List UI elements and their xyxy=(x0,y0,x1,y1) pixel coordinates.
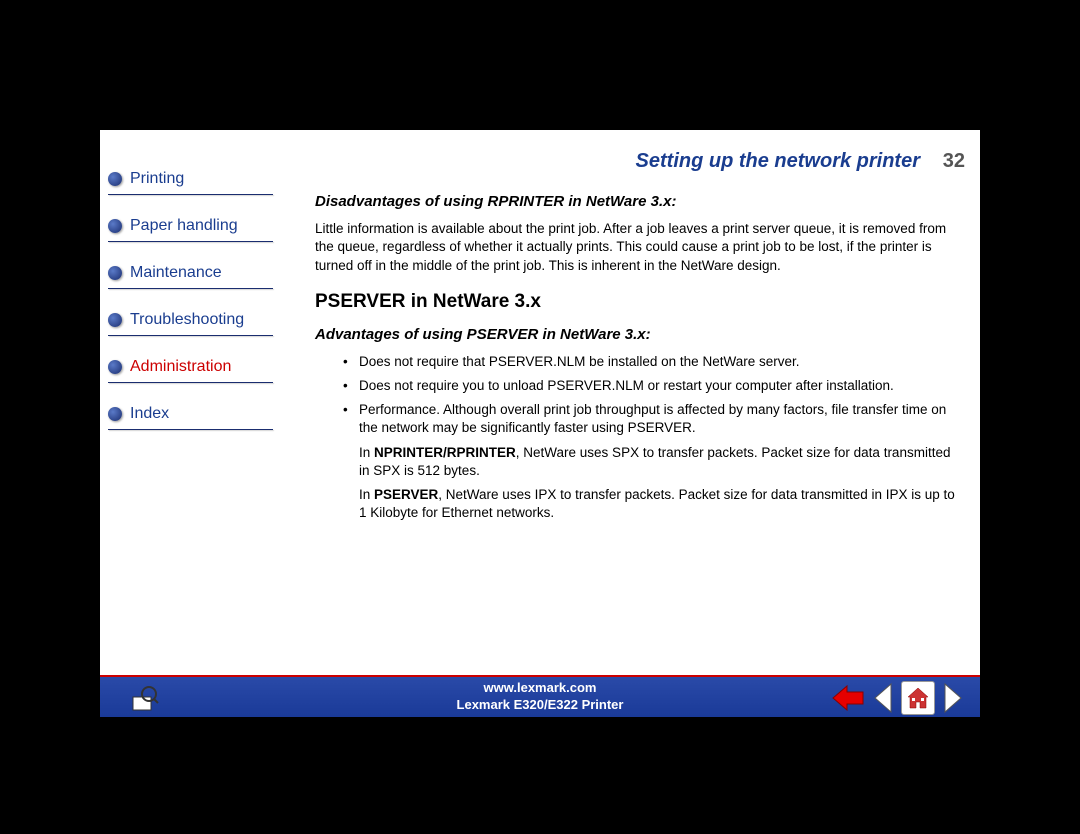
nav-label: Maintenance xyxy=(130,264,222,282)
bullet-icon xyxy=(108,313,122,327)
paragraph: Little information is available about th… xyxy=(315,220,955,275)
list-item: Does not require that PSERVER.NLM be ins… xyxy=(343,353,955,371)
indented-paragraph: In NPRINTER/RPRINTER, NetWare uses SPX t… xyxy=(359,444,955,480)
nav-label: Index xyxy=(130,405,169,423)
footer-bar: www.lexmark.com Lexmark E320/E322 Printe… xyxy=(100,675,980,717)
bullet-icon xyxy=(108,266,122,280)
bold-text: NPRINTER/RPRINTER xyxy=(374,445,516,460)
bullet-list: Does not require that PSERVER.NLM be ins… xyxy=(343,353,955,438)
back-arrow-icon[interactable] xyxy=(831,683,865,713)
nav-divider xyxy=(108,382,273,383)
nav-divider xyxy=(108,335,273,336)
text: In xyxy=(359,487,374,502)
home-icon xyxy=(905,685,931,711)
nav-divider xyxy=(108,288,273,289)
text: In xyxy=(359,445,374,460)
subheading-disadvantages: Disadvantages of using RPRINTER in NetWa… xyxy=(315,192,955,212)
bold-text: PSERVER xyxy=(374,487,438,502)
nav-label: Paper handling xyxy=(130,217,238,235)
nav-label: Troubleshooting xyxy=(130,311,244,329)
nav-item-paper-handling[interactable]: Paper handling xyxy=(108,217,283,235)
home-button[interactable] xyxy=(901,681,935,715)
footer-nav xyxy=(831,681,965,715)
nav-label: Printing xyxy=(130,170,184,188)
list-item: Does not require you to unload PSERVER.N… xyxy=(343,377,955,395)
nav-item-maintenance[interactable]: Maintenance xyxy=(108,264,283,282)
indented-paragraph: In PSERVER, NetWare uses IPX to transfer… xyxy=(359,486,955,522)
page-header-title: Setting up the network printer xyxy=(636,150,920,173)
bullet-icon xyxy=(108,360,122,374)
bullet-icon xyxy=(108,407,122,421)
search-icon[interactable] xyxy=(130,683,160,713)
footer-url[interactable]: www.lexmark.com xyxy=(457,680,624,697)
nav-divider xyxy=(108,194,273,195)
bullet-icon xyxy=(108,172,122,186)
text: , NetWare uses IPX to transfer packets. … xyxy=(359,487,955,520)
nav-divider xyxy=(108,429,273,430)
bullet-icon xyxy=(108,219,122,233)
nav-label: Administration xyxy=(130,358,231,376)
prev-page-icon[interactable] xyxy=(871,682,895,714)
footer-text: www.lexmark.com Lexmark E320/E322 Printe… xyxy=(457,680,624,714)
nav-item-index[interactable]: Index xyxy=(108,405,283,423)
sidebar-nav: Printing Paper handling Maintenance Trou… xyxy=(108,170,283,452)
section-heading: PSERVER in NetWare 3.x xyxy=(315,289,955,315)
main-content: Disadvantages of using RPRINTER in NetWa… xyxy=(315,192,955,529)
nav-item-administration[interactable]: Administration xyxy=(108,358,283,376)
nav-item-printing[interactable]: Printing xyxy=(108,170,283,188)
list-item: Performance. Although overall print job … xyxy=(343,401,955,437)
subheading-advantages: Advantages of using PSERVER in NetWare 3… xyxy=(315,325,955,345)
page-number: 32 xyxy=(943,150,965,173)
nav-item-troubleshooting[interactable]: Troubleshooting xyxy=(108,311,283,329)
footer-model: Lexmark E320/E322 Printer xyxy=(457,697,624,714)
next-page-icon[interactable] xyxy=(941,682,965,714)
nav-divider xyxy=(108,241,273,242)
